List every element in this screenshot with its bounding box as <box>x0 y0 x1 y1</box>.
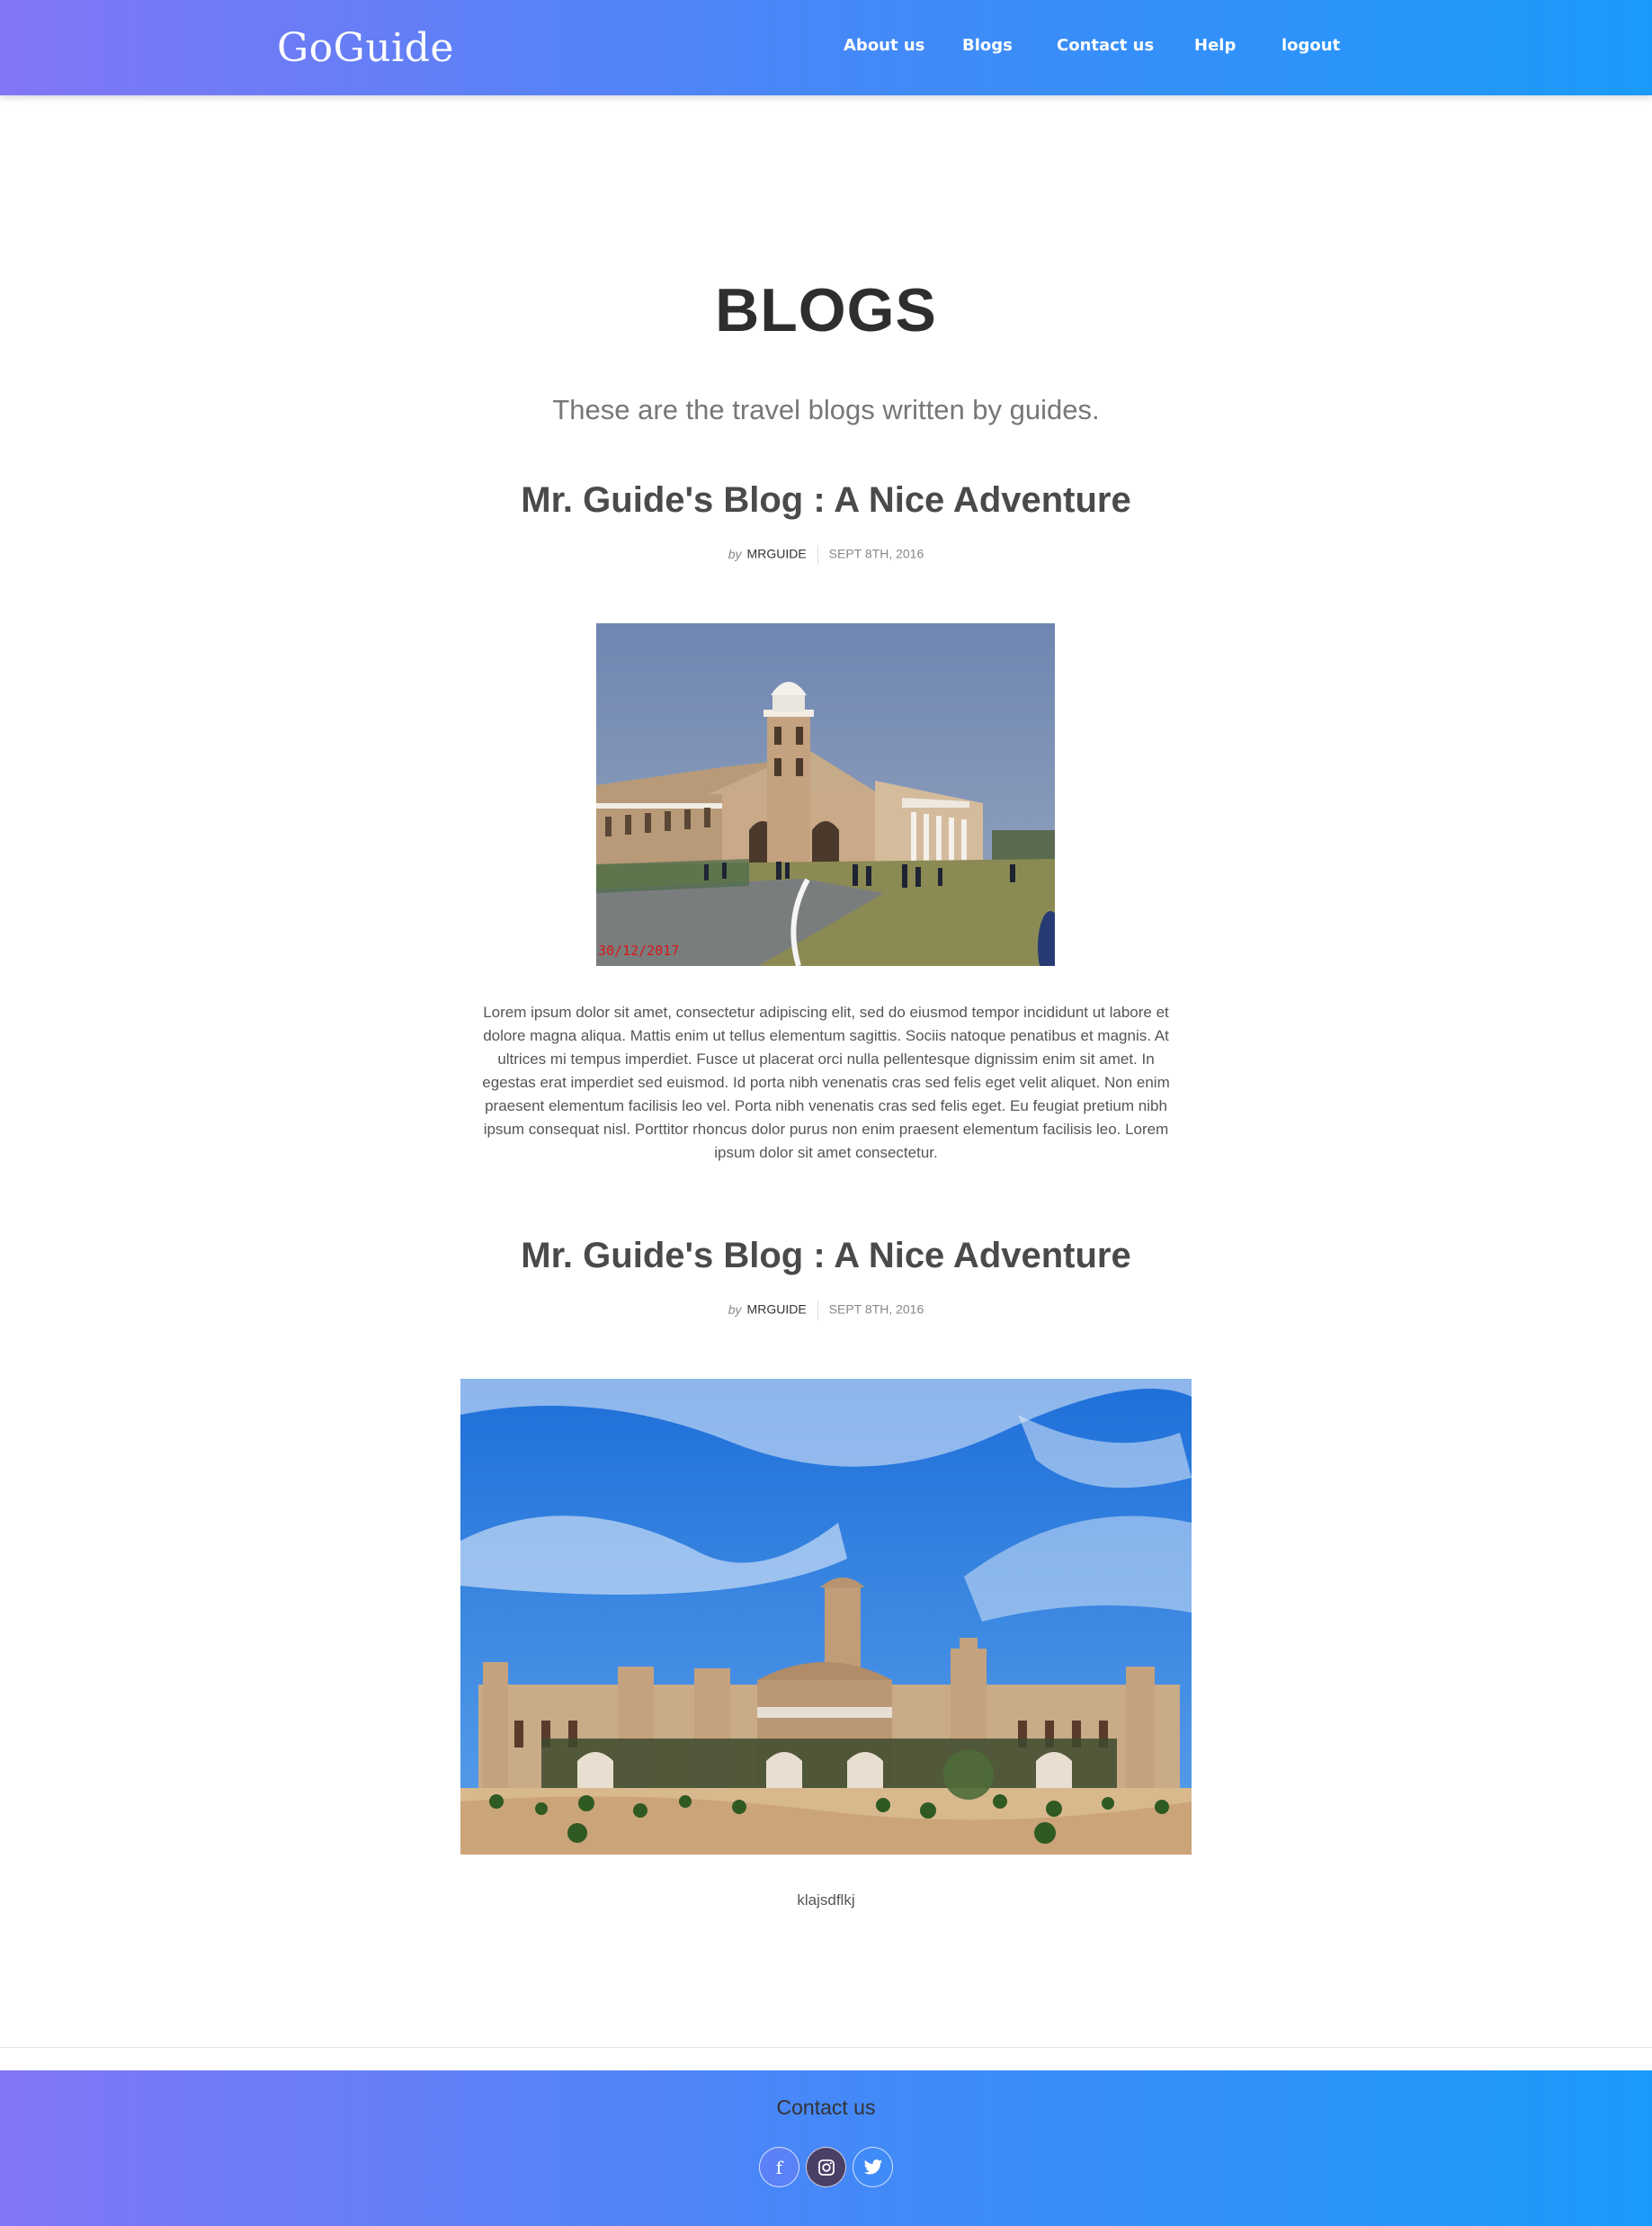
post-date: SEPT 8TH, 2016 <box>828 1301 924 1317</box>
footer-contact-title: Contact us <box>776 2096 876 2119</box>
post-author[interactable]: MRGUIDE <box>747 547 807 561</box>
colonial-building-photo: 30/12/2017 <box>596 623 1055 966</box>
palace-photo <box>460 1379 1192 1855</box>
twitter-glyph <box>863 2159 882 2174</box>
post-meta: by MRGUIDE SEPT 8TH, 2016 <box>0 545 1652 565</box>
post-author[interactable]: MRGUIDE <box>747 1302 807 1317</box>
nav-blogs[interactable]: Blogs <box>962 36 1013 55</box>
nav-logout[interactable]: logout <box>1281 36 1340 55</box>
meta-divider <box>817 545 818 565</box>
post-by-label: by <box>728 1301 742 1317</box>
nav-about-us[interactable]: About us <box>844 36 924 55</box>
instagram-icon[interactable] <box>806 2147 846 2187</box>
footer-divider <box>0 2047 1652 2048</box>
facebook-icon[interactable]: f <box>759 2147 799 2187</box>
nav-contact-us[interactable]: Contact us <box>1057 36 1154 55</box>
meta-divider <box>817 1301 818 1320</box>
post-body: Lorem ipsum dolor sit amet, consectetur … <box>482 1004 1170 1161</box>
post-title[interactable]: Mr. Guide's Blog : A Nice Adventure <box>0 480 1652 521</box>
nav-help[interactable]: Help <box>1194 36 1236 55</box>
post-date: SEPT 8TH, 2016 <box>828 546 924 561</box>
page-title: BLOGS <box>715 276 937 344</box>
top-navbar: GoGuide About us Blogs Contact us Help l… <box>0 0 1652 95</box>
photo-date-stamp: 30/12/2017 <box>598 943 680 959</box>
post-title[interactable]: Mr. Guide's Blog : A Nice Adventure <box>0 1236 1652 1276</box>
nav-links: About us Blogs Contact us Help logout <box>0 36 1652 63</box>
twitter-icon[interactable] <box>853 2147 893 2187</box>
post-meta: by MRGUIDE SEPT 8TH, 2016 <box>0 1301 1652 1320</box>
page-subtitle: These are the travel blogs written by gu… <box>552 394 1100 425</box>
post-by-label: by <box>728 546 742 561</box>
footer: Contact us f <box>0 2070 1652 2226</box>
facebook-glyph: f <box>775 2156 783 2178</box>
post-body: klajsdflkj <box>797 1891 855 1909</box>
instagram-glyph <box>817 2159 835 2176</box>
